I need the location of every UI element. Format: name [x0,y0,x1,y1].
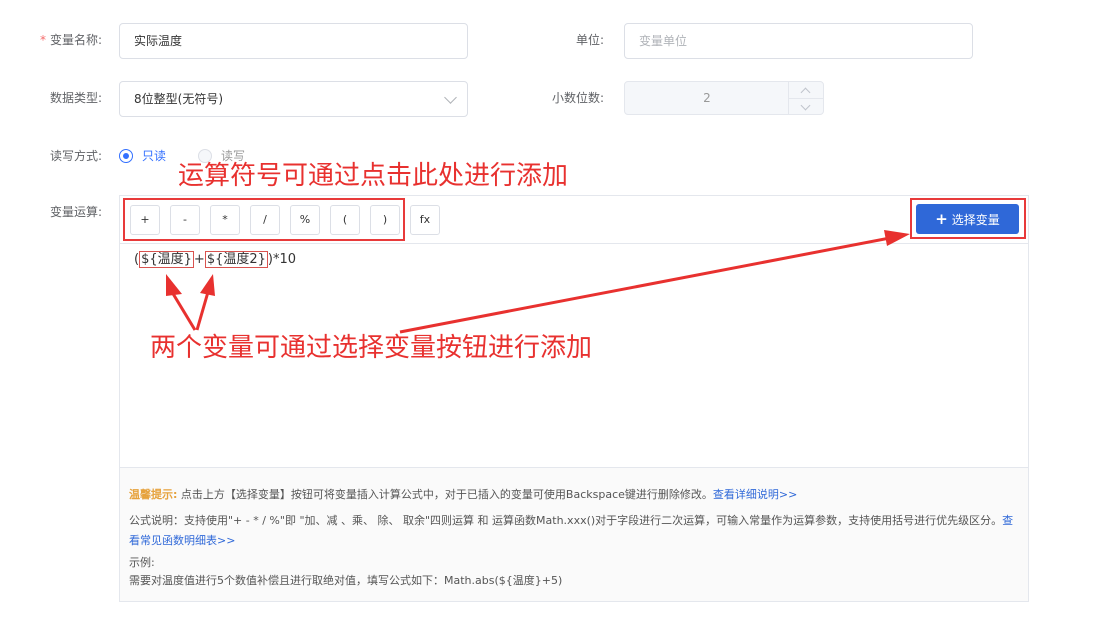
arrow-to-var2-shaft [195,291,210,331]
arrow-to-button-shaft [399,236,891,334]
arrow-to-var1-shaft [170,291,197,331]
arrow-to-var1-head [166,274,182,296]
annotation-arrows [166,230,910,334]
arrow-to-button-head [884,230,910,246]
arrow-to-var2-head [200,274,215,296]
